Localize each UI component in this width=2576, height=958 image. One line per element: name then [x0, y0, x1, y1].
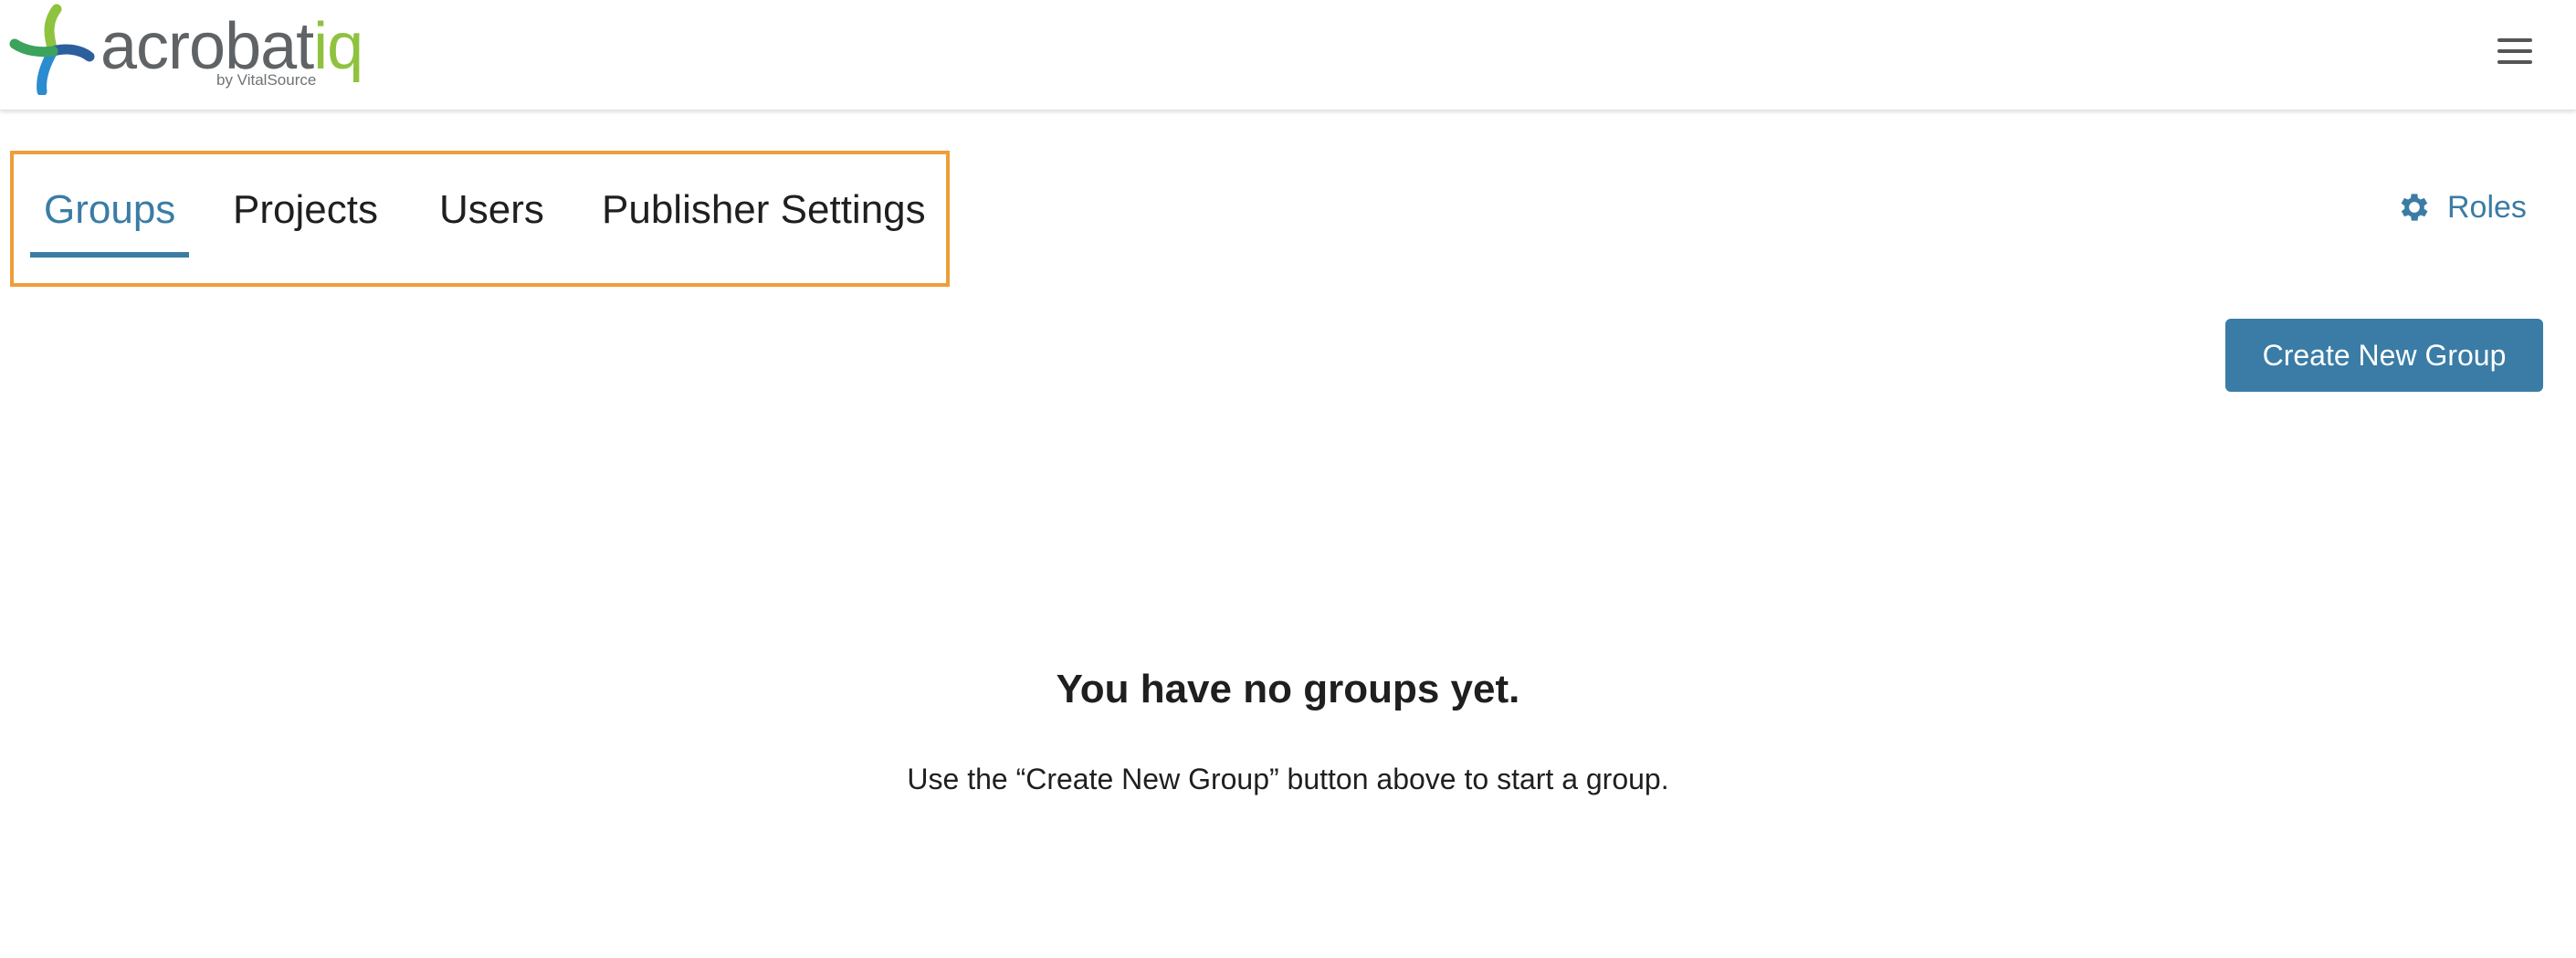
gear-icon — [2401, 194, 2428, 221]
roles-link[interactable]: Roles — [2396, 185, 2527, 229]
tab-groups[interactable]: Groups — [44, 154, 175, 281]
app-header: acrobatiq by VitalSource — [0, 0, 2576, 111]
logo-byline: by VitalSource — [216, 71, 317, 89]
tab-publisher-settings[interactable]: Publisher Settings — [602, 154, 926, 281]
empty-state-title: You have no groups yet. — [1056, 667, 1520, 711]
active-tab-indicator — [30, 252, 189, 258]
empty-state-message: Use the “Create New Group” button above … — [907, 763, 1669, 795]
acrobatiq-logo[interactable]: acrobatiq by VitalSource — [9, 4, 363, 97]
logo-mark-icon — [9, 4, 95, 95]
create-new-group-button[interactable]: Create New Group — [2225, 319, 2543, 392]
tab-projects[interactable]: Projects — [233, 154, 378, 281]
roles-label: Roles — [2447, 189, 2527, 225]
hamburger-menu-icon[interactable] — [2497, 38, 2532, 64]
tab-users[interactable]: Users — [439, 154, 544, 281]
tab-bar: Groups Projects Users Publisher Settings — [10, 151, 950, 287]
